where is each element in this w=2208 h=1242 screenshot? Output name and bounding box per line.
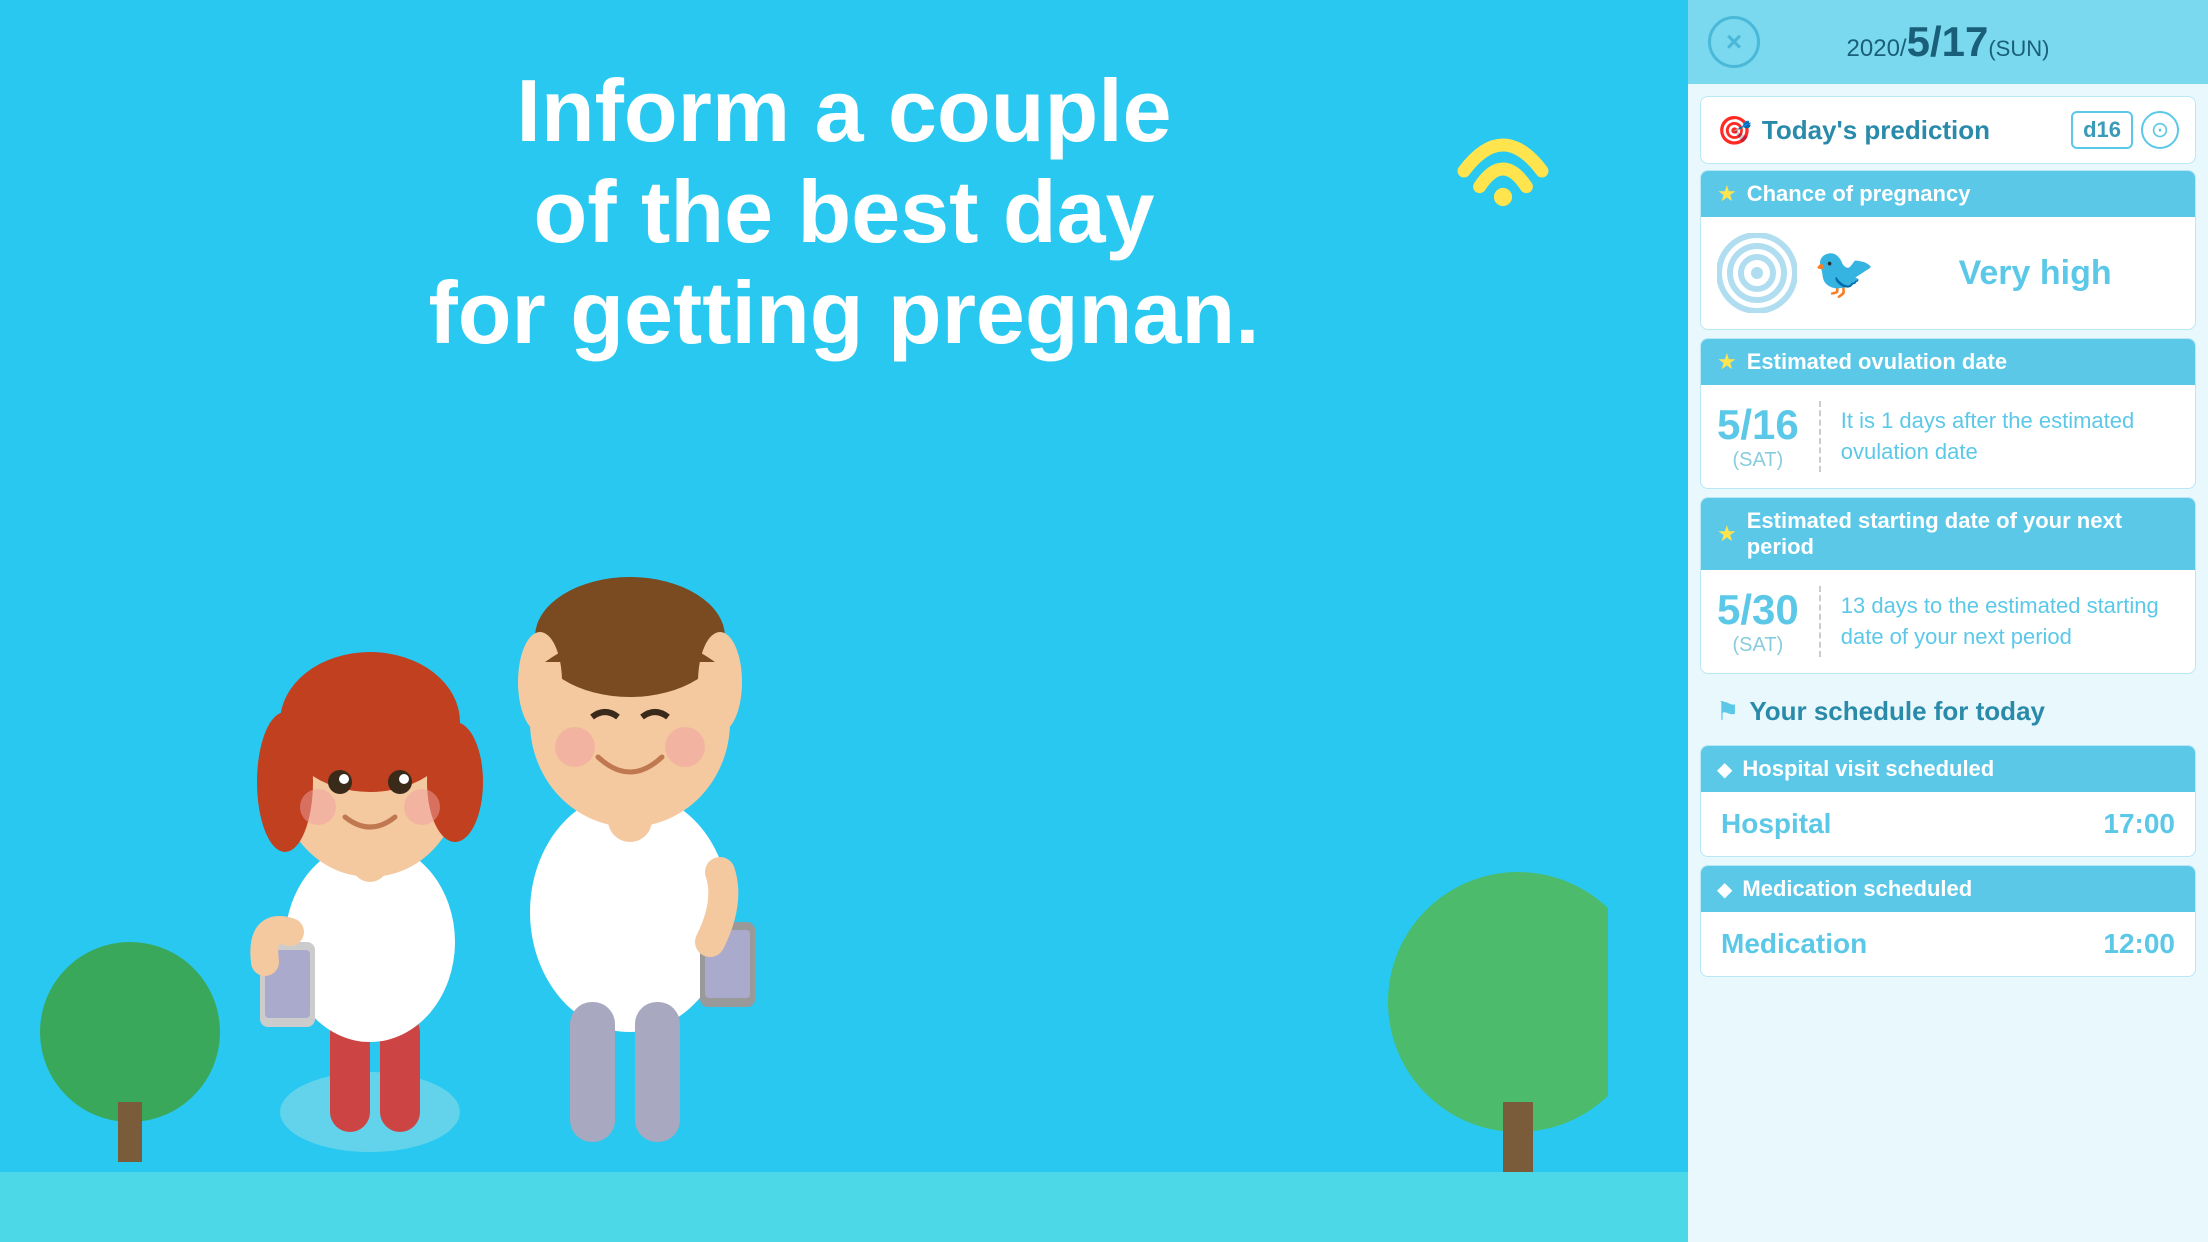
schedule-title: Your schedule for today [1749,696,2045,727]
app-header: × 2020/5/17(SUN) [1688,0,2208,84]
schedule-category-0: Hospital visit scheduled [1742,756,1994,782]
next-period-title: Estimated starting date of your next per… [1747,508,2179,560]
close-button[interactable]: × [1708,16,1760,68]
d-badge[interactable]: d16 [2071,111,2133,149]
settings-icon[interactable]: ⊙ [2141,111,2179,149]
next-period-day: (SAT) [1717,634,1799,657]
target-icon: 🎯 [1717,114,1752,147]
prediction-bar-right: d16 ⊙ [2071,111,2179,149]
schedule-item-time-1: 12:00 [2103,928,2175,960]
bullseye-icon [1717,233,1797,313]
chance-header: ★ Chance of pregnancy [1701,171,2195,217]
schedule-card-0: ◆ Hospital visit scheduled Hospital 17:0… [1700,745,2196,857]
ovulation-title: Estimated ovulation date [1747,349,2007,375]
ovulation-content: 5/16 (SAT) It is 1 days after the estima… [1701,385,2195,488]
prediction-title: Today's prediction [1762,115,1990,146]
star-icon-chance: ★ [1717,181,1737,207]
main-title: Inform a couple of the best day for gett… [428,60,1259,364]
flag-icon: ⚑ [1716,696,1739,727]
next-period-date-block: 5/30 (SAT) [1717,586,1821,657]
schedule-header: ⚑ Your schedule for today [1700,682,2196,741]
header-day-name: (SUN) [1988,36,2049,61]
schedule-item-0: Hospital 17:00 [1701,792,2195,856]
chance-title: Chance of pregnancy [1747,181,1971,207]
schedule-item-1: Medication 12:00 [1701,912,2195,976]
wifi-icon [1438,80,1568,215]
schedule-item-name-1: Medication [1721,928,1867,960]
ovulation-header: ★ Estimated ovulation date [1701,339,2195,385]
schedule-items: ◆ Hospital visit scheduled Hospital 17:0… [1688,745,2208,977]
diamond-icon-1: ◆ [1717,877,1732,902]
next-period-header: ★ Estimated starting date of your next p… [1701,498,2195,570]
next-period-date: 5/30 [1717,586,1799,634]
chance-card: ★ Chance of pregnancy 🐦 Very high [1700,170,2196,330]
ovulation-day: (SAT) [1717,449,1799,472]
illustration [0,542,1688,1242]
left-panel: Inform a couple of the best day for gett… [0,0,1688,1242]
chance-value: Very high [1891,254,2179,293]
right-content: 🎯 Today's prediction d16 ⊙ ★ Chance of p… [1688,84,2208,1242]
schedule-card-header-1: ◆ Medication scheduled [1701,866,2195,912]
star-icon-ovulation: ★ [1717,349,1737,375]
header-date: 2020/5/17(SUN) [1847,18,2050,66]
schedule-item-time-0: 17:00 [2103,808,2175,840]
diamond-icon-0: ◆ [1717,757,1732,782]
header-year: 2020/ [1847,35,1907,62]
ovulation-date-block: 5/16 (SAT) [1717,401,1821,472]
prediction-bar-left: 🎯 Today's prediction [1717,114,1990,147]
chance-content: 🐦 Very high [1701,217,2195,329]
schedule-card-1: ◆ Medication scheduled Medication 12:00 [1700,865,2196,977]
header-month-day: 5/17 [1907,18,1989,65]
star-icon-period: ★ [1717,521,1737,547]
ovulation-card: ★ Estimated ovulation date 5/16 (SAT) It… [1700,338,2196,489]
schedule-category-1: Medication scheduled [1742,876,1972,902]
right-panel: × 2020/5/17(SUN) 🎯 Today's prediction d1… [1688,0,2208,1242]
prediction-bar: 🎯 Today's prediction d16 ⊙ [1700,96,2196,164]
next-period-description: 13 days to the estimated starting date o… [1841,586,2179,657]
schedule-item-name-0: Hospital [1721,808,1831,840]
next-period-card: ★ Estimated starting date of your next p… [1700,497,2196,674]
bird-icon: 🐦 [1813,244,1875,303]
schedule-card-header-0: ◆ Hospital visit scheduled [1701,746,2195,792]
next-period-content: 5/30 (SAT) 13 days to the estimated star… [1701,570,2195,673]
ovulation-description: It is 1 days after the estimated ovulati… [1841,401,2179,472]
ovulation-date: 5/16 [1717,401,1799,449]
